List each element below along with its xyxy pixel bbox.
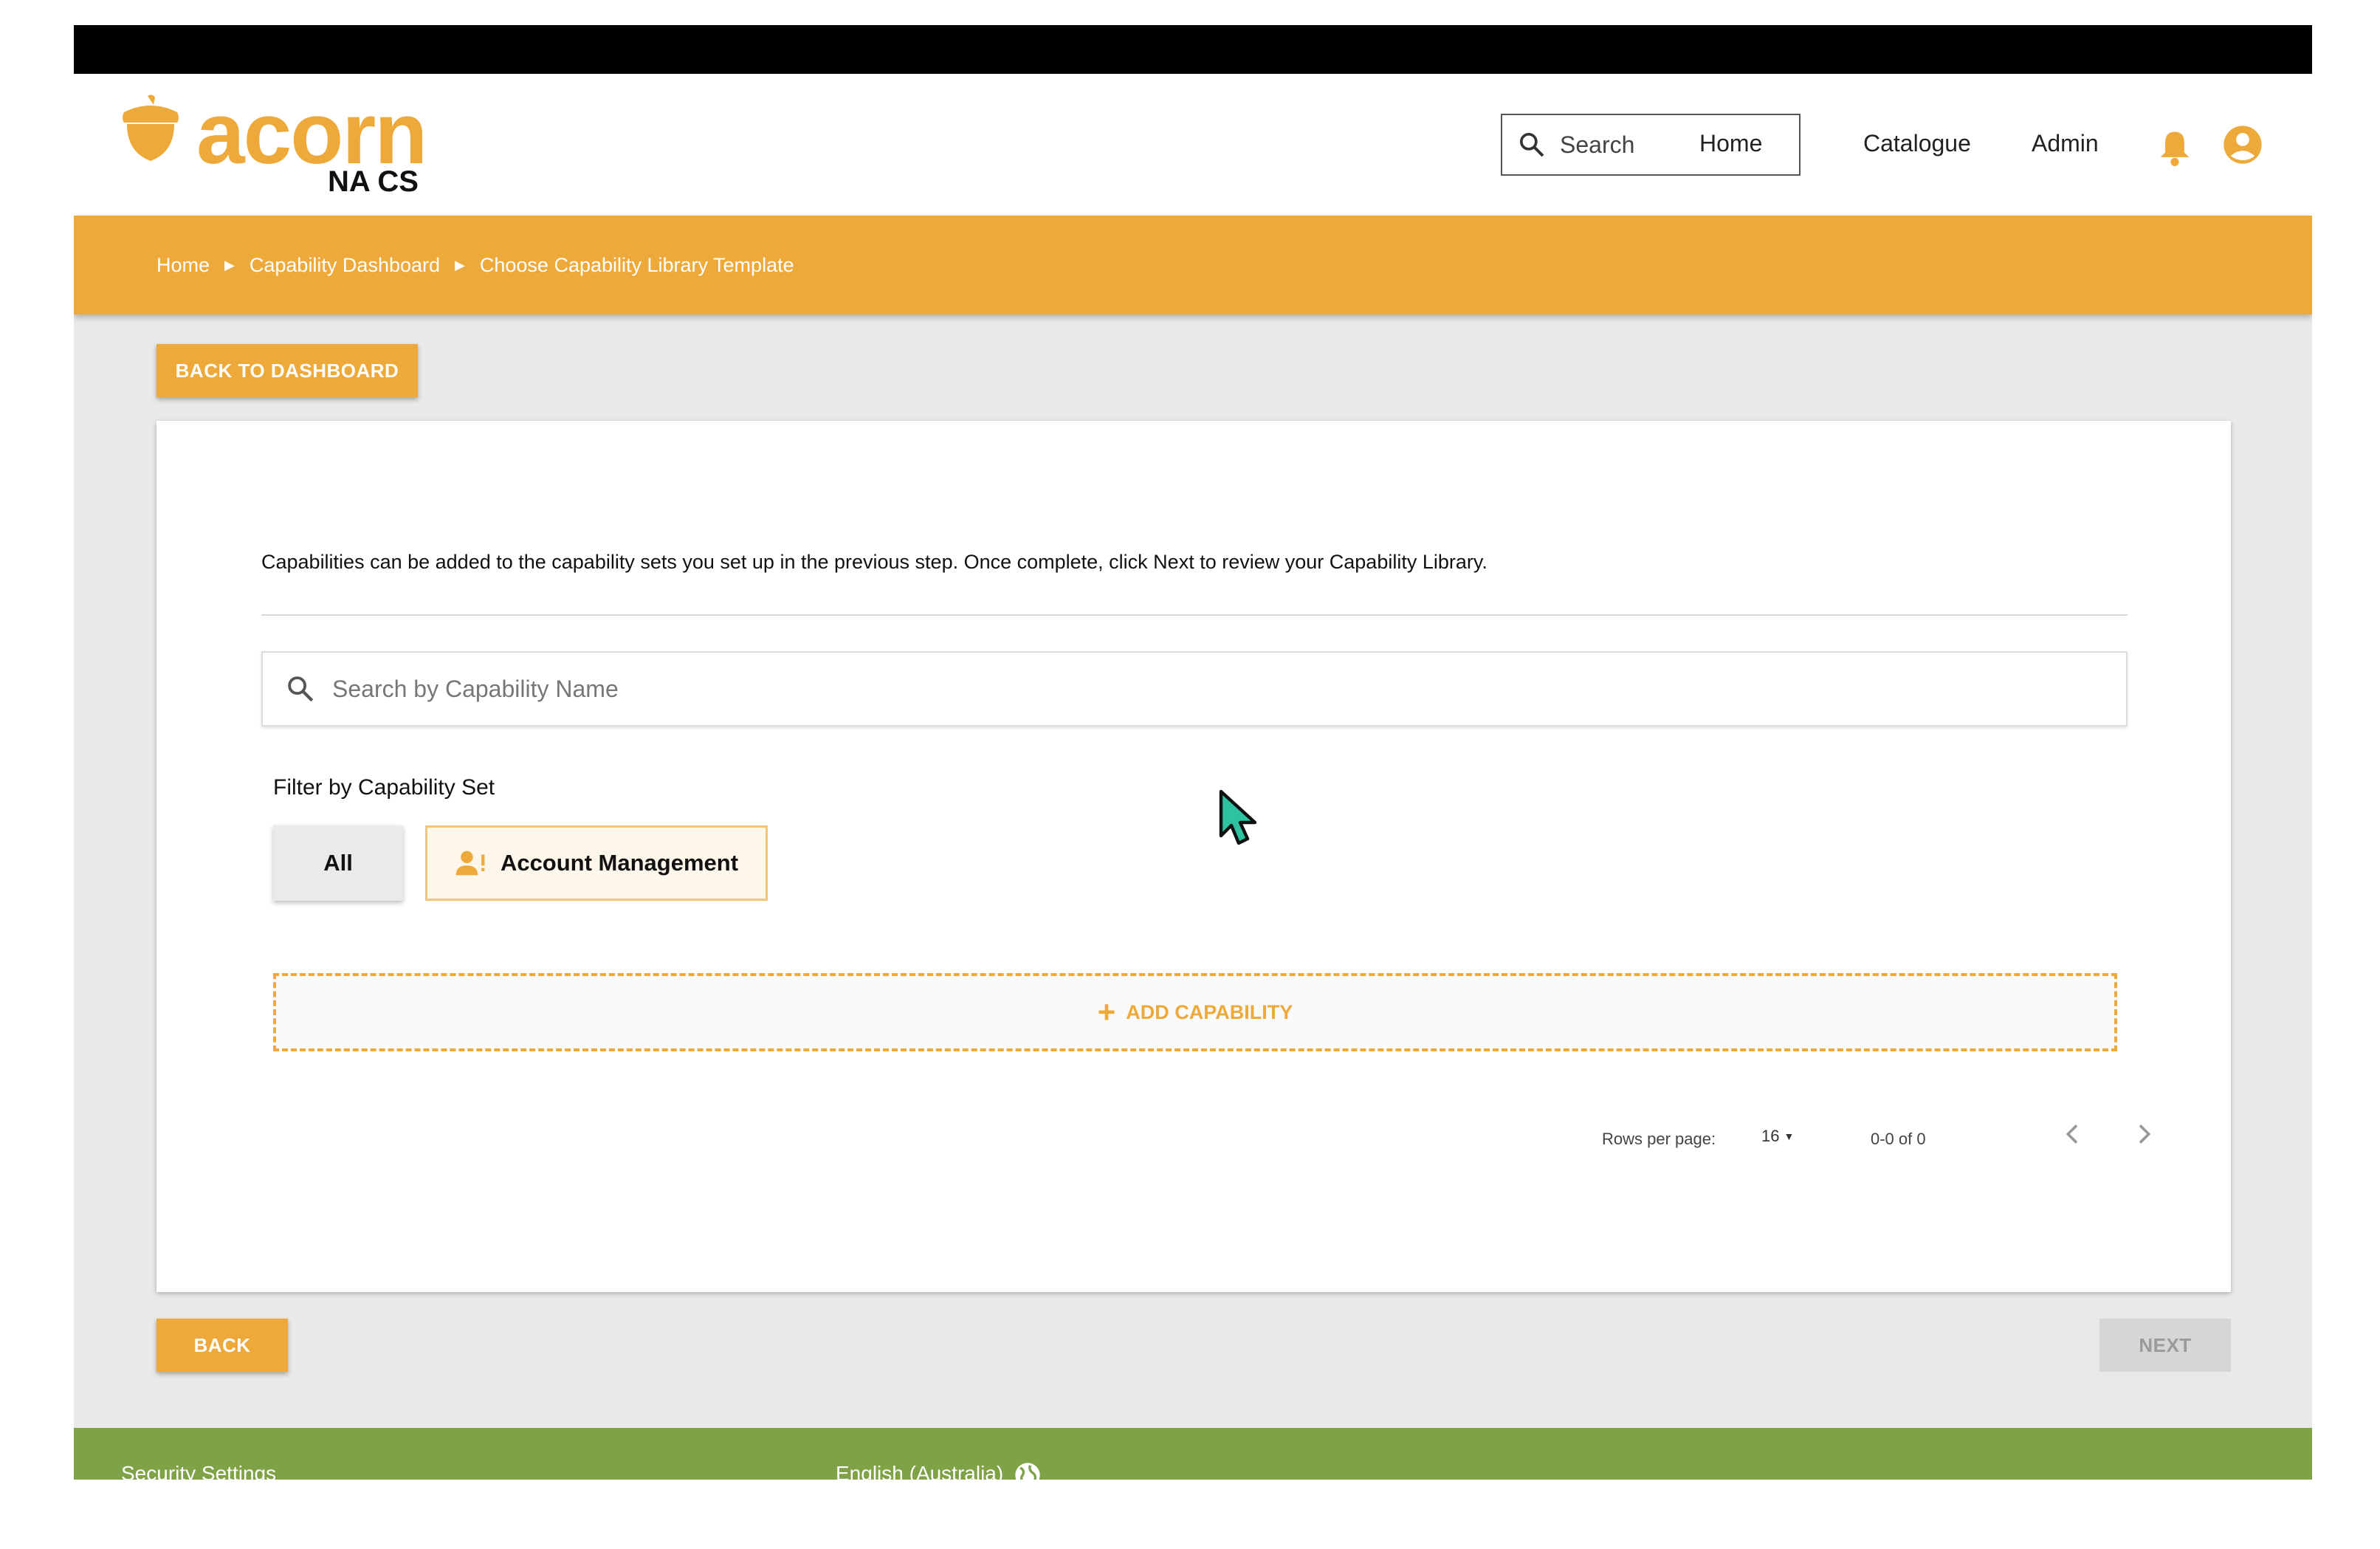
- breadcrumb-home[interactable]: Home: [157, 254, 210, 277]
- pagination-range: 0-0 of 0: [1871, 1130, 1926, 1148]
- divider: [261, 614, 2128, 616]
- bell-icon[interactable]: [2156, 127, 2194, 168]
- filter-chip-label: All: [323, 850, 353, 876]
- rows-per-page-select[interactable]: 16 ▼: [1761, 1127, 1794, 1146]
- mouse-cursor-icon: [1219, 789, 1257, 845]
- search-icon: [288, 676, 314, 702]
- rows-per-page-label: Rows per page:: [1602, 1130, 1716, 1148]
- top-black-bar: [74, 25, 2312, 74]
- security-settings-link[interactable]: Security Settings: [121, 1462, 276, 1480]
- intro-text: Capabilities can be added to the capabil…: [261, 551, 1488, 573]
- breadcrumb-current: Choose Capability Library Template: [479, 253, 794, 276]
- search-icon: [1520, 133, 1544, 157]
- acorn-logo[interactable]: acorn NA CS: [120, 86, 430, 198]
- add-capability-label: ADD CAPABILITY: [1126, 1000, 1293, 1023]
- brand-subtitle: NA CS: [328, 165, 419, 198]
- filter-chip-account-management[interactable]: Account Management: [425, 825, 768, 901]
- app-frame: acorn NA CS Home Catalogue Admin Home ▶ …: [74, 25, 2312, 1480]
- acorn-icon: [123, 95, 179, 161]
- header: acorn NA CS Home Catalogue Admin: [74, 74, 2312, 216]
- plus-icon: +: [1097, 995, 1116, 1029]
- language-selector[interactable]: English (Australia): [836, 1462, 1003, 1480]
- nav-admin[interactable]: Admin: [2032, 126, 2099, 161]
- filter-label: Filter by Capability Set: [273, 775, 495, 800]
- chevron-right-icon[interactable]: [2129, 1119, 2159, 1149]
- rows-per-page-value: 16: [1761, 1127, 1780, 1145]
- nav-home[interactable]: Home: [1699, 126, 1762, 161]
- capability-card: Capabilities can be added to the capabil…: [157, 421, 2231, 1292]
- breadcrumb: Home ▶ Capability Dashboard ▶ Choose Cap…: [157, 216, 794, 315]
- next-button[interactable]: NEXT: [2099, 1319, 2231, 1372]
- filter-chip-all[interactable]: All: [273, 825, 403, 901]
- add-capability-button[interactable]: + ADD CAPABILITY: [273, 973, 2117, 1051]
- chevron-left-icon[interactable]: [2058, 1119, 2088, 1149]
- globe-icon[interactable]: [1013, 1460, 1042, 1480]
- nav-catalogue[interactable]: Catalogue: [1863, 126, 1971, 161]
- breadcrumb-capability-dashboard[interactable]: Capability Dashboard: [250, 254, 440, 277]
- account-circle-icon[interactable]: [2222, 124, 2263, 165]
- capability-search-input[interactable]: [332, 675, 2030, 703]
- footer: Security Settings English (Australia): [74, 1428, 2312, 1480]
- filter-chip-label: Account Management: [500, 850, 739, 876]
- breadcrumb-separator-icon: ▶: [455, 257, 465, 272]
- capability-search[interactable]: [261, 651, 2128, 727]
- dropdown-caret-icon: ▼: [1784, 1130, 1795, 1142]
- breadcrumb-separator-icon: ▶: [224, 257, 235, 272]
- back-button[interactable]: BACK: [157, 1319, 288, 1372]
- breadcrumb-bar: Home ▶ Capability Dashboard ▶ Choose Cap…: [74, 216, 2312, 315]
- account-management-icon: [455, 851, 485, 876]
- back-to-dashboard-button[interactable]: BACK TO DASHBOARD: [157, 344, 418, 397]
